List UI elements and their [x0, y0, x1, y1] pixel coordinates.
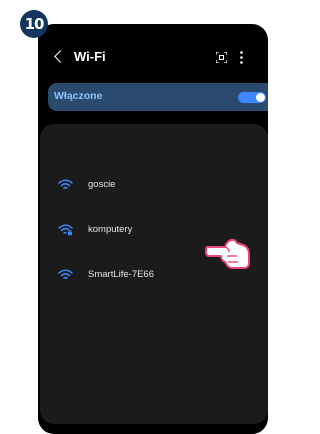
pointing-hand-icon: [205, 238, 250, 269]
wifi-toggle-row[interactable]: Włączone: [48, 83, 268, 111]
wifi-toggle-switch[interactable]: [238, 92, 266, 103]
page-title: Wi-Fi: [74, 49, 106, 64]
network-name: goscie: [88, 179, 116, 190]
network-list: goscie komputery SmartLife-7E66: [40, 124, 268, 424]
network-name: komputery: [88, 224, 133, 235]
wifi-toggle-label: Włączone: [54, 90, 103, 102]
back-arrow-icon[interactable]: [54, 50, 67, 63]
wifi-secured-icon: [58, 224, 73, 236]
network-name: SmartLife-7E66: [88, 269, 155, 280]
network-item-goscie[interactable]: goscie: [40, 174, 268, 198]
more-options-icon[interactable]: [240, 51, 243, 64]
wifi-signal-icon: [58, 179, 73, 189]
qr-scan-icon[interactable]: [216, 52, 227, 63]
wifi-signal-icon: [58, 269, 73, 279]
header-bar: Wi-Fi: [38, 44, 268, 74]
step-number-badge: 10: [20, 10, 48, 38]
phone-screen: Wi-Fi Włączone goscie komputery SmartLif…: [38, 24, 268, 434]
toggle-knob: [256, 93, 265, 102]
